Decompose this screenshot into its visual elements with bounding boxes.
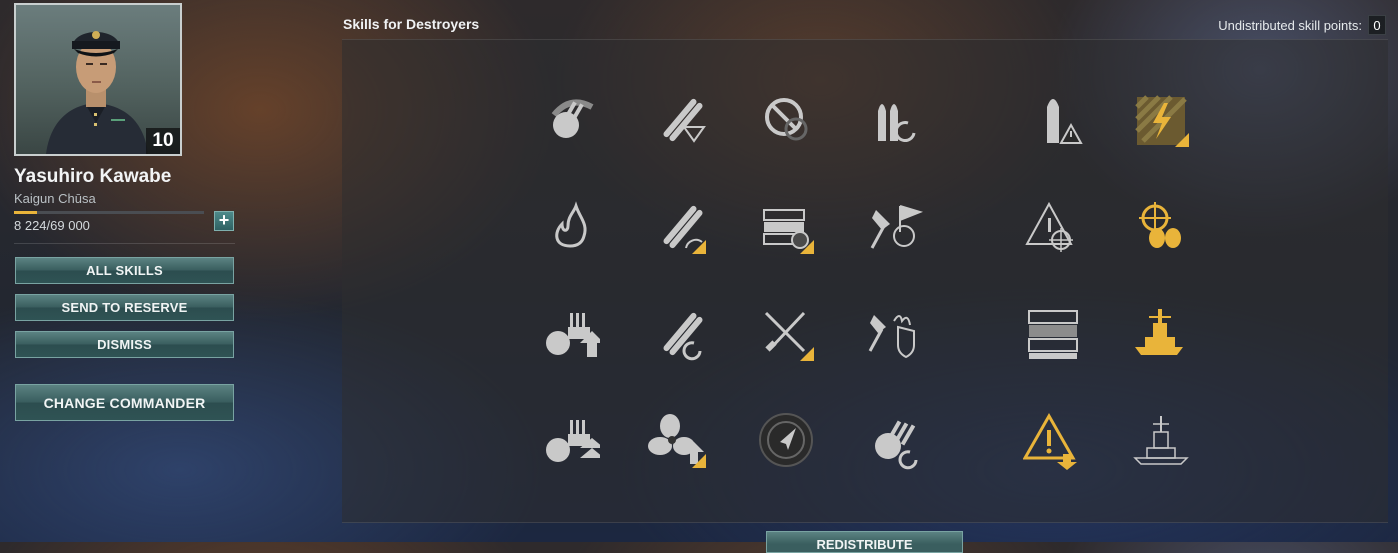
skill-points-indicator: Undistributed skill points: 0 [1218, 15, 1386, 35]
change-commander-button[interactable]: CHANGE COMMANDER [15, 384, 234, 421]
redistribute-button[interactable]: REDISTRIBUTE [766, 531, 963, 553]
skill-points-value: 0 [1368, 15, 1386, 35]
all-skills-button[interactable]: ALL SKILLS [15, 257, 234, 284]
wheel-propellers-icon[interactable] [1131, 196, 1191, 256]
torpedo-tubes-down-icon[interactable] [648, 89, 708, 149]
propeller-upgrade-icon[interactable] [648, 410, 708, 470]
disabled-circle-icon[interactable] [756, 89, 816, 149]
dismiss-button[interactable]: DISMISS [15, 331, 234, 358]
warning-crosshair-icon[interactable] [1023, 196, 1083, 256]
xp-progress-bar [14, 211, 204, 214]
consumables-stack-icon[interactable] [1023, 303, 1083, 363]
fire-shield-icon[interactable] [864, 303, 924, 363]
aa-gun-upgrade-icon[interactable] [540, 303, 600, 363]
explosive-flag-icon[interactable] [864, 196, 924, 256]
aa-gun-double-upgrade-icon[interactable] [540, 410, 600, 470]
radar-compass-icon[interactable] [756, 410, 816, 470]
shell-warning-icon[interactable] [1023, 89, 1083, 149]
battleship-gold-icon[interactable] [1131, 303, 1191, 363]
send-to-reserve-button[interactable]: SEND TO RESERVE [15, 294, 234, 321]
aa-gun-reload-icon[interactable] [864, 410, 924, 470]
torpedo-tubes-reload-icon[interactable] [648, 303, 708, 363]
ship-silhouette-icon[interactable] [1131, 410, 1191, 470]
aa-gun-rotation-icon[interactable] [540, 89, 600, 149]
xp-text: 8 224/69 000 [14, 218, 90, 233]
torpedo-tubes-speed-icon[interactable] [648, 196, 708, 256]
xp-progress-fill [14, 211, 37, 214]
commander-rank: Kaigun Chūsa [14, 191, 96, 206]
warning-arrow-icon[interactable] [1023, 410, 1083, 470]
skills-grid [342, 39, 1388, 523]
consumables-timer-icon[interactable] [756, 196, 816, 256]
divider [14, 243, 235, 244]
shells-reload-icon[interactable] [864, 89, 924, 149]
skill-points-label: Undistributed skill points: [1218, 17, 1362, 33]
commander-portrait[interactable]: 10 [14, 3, 182, 156]
commander-level-badge: 10 [146, 128, 180, 154]
commander-name: Yasuhiro Kawabe [14, 166, 172, 187]
skills-title: Skills for Destroyers [343, 16, 480, 32]
fire-icon[interactable] [540, 196, 600, 256]
add-xp-button[interactable]: + [214, 211, 234, 231]
crossed-tools-icon[interactable] [756, 303, 816, 363]
hazard-lightning-icon[interactable] [1131, 89, 1191, 149]
